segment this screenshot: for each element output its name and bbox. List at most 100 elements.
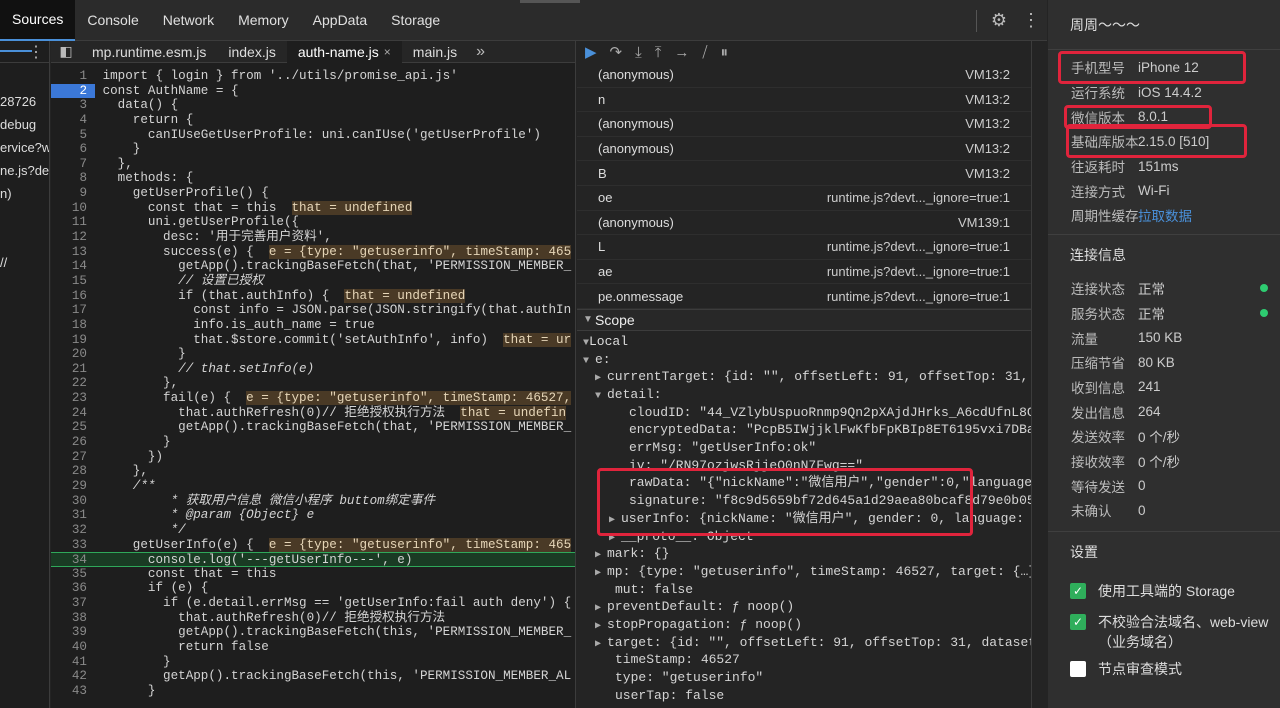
editor-tab[interactable]: main.js: [402, 41, 468, 63]
line-number[interactable]: 21: [51, 362, 95, 377]
deactivate-breakpoints-icon[interactable]: ⧸: [702, 44, 707, 61]
navigator-item[interactable]: n): [0, 182, 49, 205]
frame-location[interactable]: VM139:1: [958, 215, 1010, 230]
close-icon[interactable]: ×: [384, 45, 391, 59]
frame-location[interactable]: VM13:2: [965, 67, 1010, 82]
line-number[interactable]: 29: [51, 479, 95, 494]
step-out-icon[interactable]: ⤒: [655, 44, 662, 61]
scope-property[interactable]: ▶ target: {id: "", offsetLeft: 91, offset…: [577, 634, 1031, 652]
line-number[interactable]: 28: [51, 464, 95, 479]
call-frame[interactable]: B VM13:2: [577, 161, 1031, 186]
frame-location[interactable]: VM13:2: [965, 166, 1010, 181]
line-number[interactable]: 26: [51, 435, 95, 450]
frame-location[interactable]: runtime.js?devt..._ignore=true:1: [827, 239, 1010, 254]
checkbox-checked-icon[interactable]: ✓: [1070, 613, 1086, 630]
scope-property[interactable]: ▼ e:: [577, 351, 1031, 369]
line-number[interactable]: 30: [51, 494, 95, 509]
line-number[interactable]: 23: [51, 391, 95, 406]
navigator-item[interactable]: 28726: [0, 90, 49, 113]
navigator-item[interactable]: [0, 205, 49, 228]
scope-property[interactable]: ▶ currentTarget: {id: "", offsetLeft: 91,…: [577, 368, 1031, 386]
editor-tab[interactable]: mp.runtime.esm.js: [81, 41, 217, 63]
frame-location[interactable]: VM13:2: [965, 116, 1010, 131]
line-number[interactable]: 11: [51, 215, 95, 230]
tab-sources[interactable]: Sources: [0, 0, 76, 41]
step-over-icon[interactable]: ↷: [610, 43, 623, 61]
scope-property[interactable]: ▶ userInfo: {nickName: "微信用户", gender: 0,…: [577, 510, 1031, 528]
line-number[interactable]: 6: [51, 142, 95, 157]
line-number[interactable]: 13: [51, 245, 95, 260]
step-icon[interactable]: →: [674, 44, 689, 61]
kebab-menu-icon[interactable]: ⋮: [28, 42, 44, 62]
scope-property[interactable]: ▼ detail:: [577, 386, 1031, 404]
line-number[interactable]: 31: [51, 508, 95, 523]
call-frame[interactable]: ae runtime.js?devt..._ignore=true:1: [577, 260, 1031, 285]
setting-checkbox[interactable]: 节点审查模式: [1048, 655, 1280, 690]
line-number[interactable]: 24: [51, 406, 95, 421]
tab-network[interactable]: Network: [151, 0, 226, 41]
more-tabs-icon[interactable]: »: [476, 43, 485, 61]
line-number[interactable]: 17: [51, 303, 95, 318]
setting-checkbox[interactable]: ✓ 使用工具端的 Storage: [1048, 573, 1280, 608]
call-frame[interactable]: (anonymous) VM13:2: [577, 63, 1031, 88]
call-frame[interactable]: pe.onmessage runtime.js?devt..._ignore=tr…: [577, 284, 1031, 309]
call-frame[interactable]: (anonymous) VM13:2: [577, 112, 1031, 137]
line-number[interactable]: 41: [51, 655, 95, 670]
line-number[interactable]: 14: [51, 259, 95, 274]
line-number[interactable]: 43: [51, 684, 95, 699]
line-number[interactable]: 7: [51, 157, 95, 172]
kebab-menu-icon[interactable]: ⋮: [1015, 0, 1047, 41]
scope-property[interactable]: ▶ stopPropagation: ƒ noop(): [577, 616, 1031, 634]
line-number[interactable]: 25: [51, 420, 95, 435]
checkbox-checked-icon[interactable]: ✓: [1070, 582, 1086, 599]
line-number[interactable]: 42: [51, 669, 95, 684]
gear-icon[interactable]: ⚙: [983, 0, 1015, 41]
scope-property[interactable]: ▶ mp: {type: "getuserinfo", timeStamp: 46…: [577, 563, 1031, 581]
line-number[interactable]: 10: [51, 201, 95, 216]
line-number[interactable]: 37: [51, 596, 95, 611]
line-number[interactable]: 1: [51, 69, 95, 84]
fetch-data-link[interactable]: 拉取数据: [1138, 205, 1192, 225]
call-frame[interactable]: oe runtime.js?devt..._ignore=true:1: [577, 186, 1031, 211]
tab-memory[interactable]: Memory: [226, 0, 301, 41]
editor-tab[interactable]: index.js: [217, 41, 286, 63]
line-number[interactable]: 5: [51, 128, 95, 143]
navigator-item[interactable]: debug: [0, 113, 49, 136]
line-number[interactable]: 27: [51, 450, 95, 465]
line-number[interactable]: 20: [51, 347, 95, 362]
editor-tab-active[interactable]: auth-name.js ×: [286, 41, 402, 63]
line-number[interactable]: 8: [51, 171, 95, 186]
tab-console[interactable]: Console: [75, 0, 150, 41]
pause-on-exceptions-icon[interactable]: ⏸: [721, 44, 729, 61]
setting-checkbox[interactable]: ✓ 不校验合法域名、web-view（业务域名）: [1048, 608, 1280, 655]
frame-location[interactable]: VM13:2: [965, 92, 1010, 107]
line-number[interactable]: 19: [51, 333, 95, 348]
line-number[interactable]: 4: [51, 113, 95, 128]
navigator-item[interactable]: //: [0, 251, 49, 274]
line-number[interactable]: 34: [51, 553, 95, 568]
line-number[interactable]: 12: [51, 230, 95, 245]
scope-property[interactable]: ▶ __proto__: Object: [577, 528, 1031, 546]
scope-property[interactable]: ▶ mark: {}: [577, 545, 1031, 563]
scope-header[interactable]: ▼ Scope: [577, 308, 1031, 331]
line-number[interactable]: 9: [51, 186, 95, 201]
line-number[interactable]: 35: [51, 567, 95, 582]
call-frame[interactable]: Lruntime.js?devt..._ignore=true:1: [577, 235, 1031, 260]
call-frame[interactable]: (anonymous) VM139:1: [577, 211, 1031, 236]
line-number[interactable]: 40: [51, 640, 95, 655]
line-number[interactable]: 2: [51, 83, 95, 99]
tab-appdata[interactable]: AppData: [301, 0, 379, 41]
navigator-item[interactable]: ne.js?de: [0, 159, 49, 182]
frame-location[interactable]: runtime.js?devt..._ignore=true:1: [827, 190, 1010, 205]
line-number[interactable]: 38: [51, 611, 95, 626]
toggle-navigator-icon[interactable]: ◧: [51, 43, 81, 60]
line-number[interactable]: 33: [51, 538, 95, 553]
line-number[interactable]: 15: [51, 274, 95, 289]
call-frame[interactable]: n VM13:2: [577, 88, 1031, 113]
line-number[interactable]: 16: [51, 289, 95, 304]
scope-local[interactable]: ▼Local: [577, 333, 1031, 351]
scope-property[interactable]: ▶ preventDefault: ƒ noop(): [577, 598, 1031, 616]
line-number[interactable]: 36: [51, 581, 95, 596]
resume-icon[interactable]: ▶︎: [585, 43, 597, 61]
line-number[interactable]: 32: [51, 523, 95, 538]
